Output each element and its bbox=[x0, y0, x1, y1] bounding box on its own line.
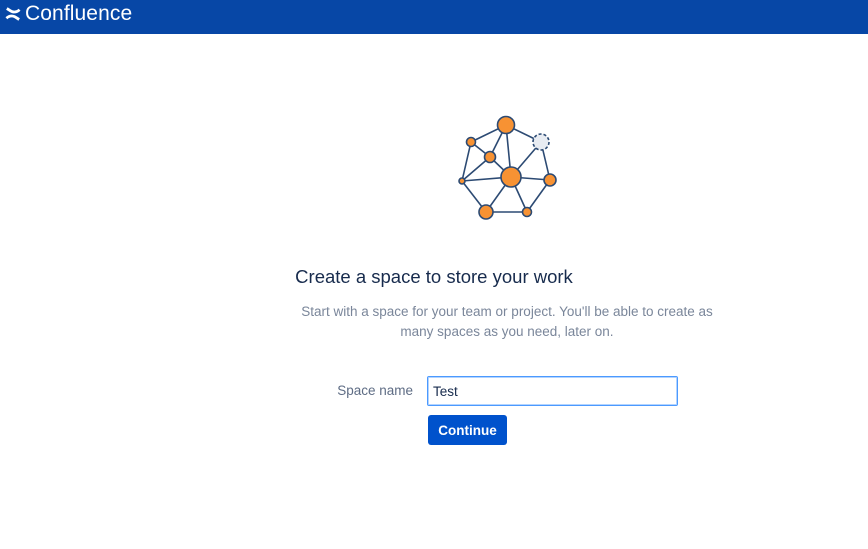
page-description: Start with a space for your team or proj… bbox=[301, 304, 713, 339]
top-navigation-bar: Confluence bbox=[0, 0, 868, 34]
app-name: Confluence bbox=[25, 2, 133, 25]
page-title: Create a space to store your work bbox=[295, 266, 573, 287]
space-name-input[interactable] bbox=[427, 376, 678, 406]
confluence-home-link[interactable]: Confluence bbox=[4, 2, 132, 26]
network-nodes-illustration bbox=[458, 115, 557, 220]
continue-button[interactable]: Continue bbox=[428, 415, 507, 445]
confluence-logo-icon bbox=[5, 7, 21, 21]
space-name-label: Space name bbox=[337, 383, 413, 398]
